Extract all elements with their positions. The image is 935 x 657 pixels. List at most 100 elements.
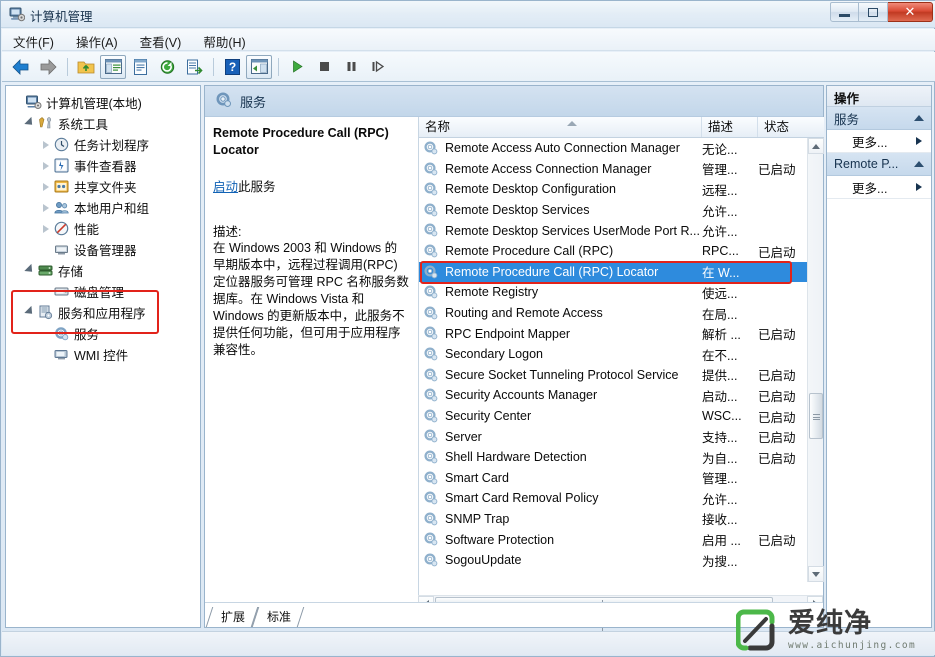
table-row[interactable]: Remote Access Connection Manager管理...已启动 <box>419 159 809 180</box>
cell-service-name: Remote Desktop Services UserMode Port R.… <box>445 224 700 238</box>
table-row[interactable]: Server支持...已启动 <box>419 426 809 447</box>
chevron-up-icon <box>812 144 820 149</box>
tree-item-local-users-groups[interactable]: 本地用户和组 <box>12 197 200 218</box>
tree-item-disk-management[interactable]: 磁盘管理 <box>12 281 200 302</box>
maximize-button[interactable] <box>859 2 888 22</box>
tree-item-shared-folders[interactable]: 共享文件夹 <box>12 176 200 197</box>
tree-item-task-scheduler[interactable]: 任务计划程序 <box>12 134 200 155</box>
menu-action[interactable]: 操作(A) <box>65 29 129 54</box>
service-gear-icon <box>423 367 440 383</box>
disk-icon <box>53 284 70 300</box>
back-button[interactable] <box>8 55 34 79</box>
expander-open-icon[interactable] <box>24 265 35 276</box>
column-status[interactable]: 状态 <box>758 117 809 137</box>
start-service-icon <box>290 59 305 74</box>
pause-service-button[interactable] <box>338 55 364 79</box>
menu-help[interactable]: 帮助(H) <box>192 29 256 54</box>
table-row[interactable]: Secure Socket Tunneling Protocol Service… <box>419 365 809 386</box>
table-row[interactable]: Remote Desktop Configuration远程... <box>419 179 809 200</box>
start-service-link-suffix: 此服务 <box>238 180 276 194</box>
actions-more-remote-procedure-call[interactable]: 更多... <box>827 176 931 199</box>
forward-button[interactable] <box>35 55 61 79</box>
expander-closed-icon[interactable] <box>40 181 51 192</box>
table-row[interactable]: Software Protection启用 ...已启动 <box>419 529 809 550</box>
column-name[interactable]: 名称 <box>419 117 702 137</box>
table-row[interactable]: SNMP Trap接收... <box>419 509 809 530</box>
tree-item-computer-management[interactable]: 计算机管理(本地) <box>12 92 200 113</box>
chevron-up-icon[interactable] <box>914 161 924 167</box>
window-controls: ✕ <box>830 2 933 22</box>
cell-service-description: WSC... <box>702 409 742 423</box>
actions-group-remote-procedure-call[interactable]: Remote P... <box>827 153 931 176</box>
tree-item-storage[interactable]: 存储 <box>12 260 200 281</box>
close-button[interactable]: ✕ <box>888 2 933 22</box>
show-console-tree-button[interactable] <box>100 55 126 79</box>
expander-closed-icon[interactable] <box>40 160 51 171</box>
table-row[interactable]: Remote Procedure Call (RPC)RPC...已启动 <box>419 241 809 262</box>
table-row[interactable]: Remote Registry使远... <box>419 282 809 303</box>
cell-service-name: SogouUpdate <box>445 553 521 567</box>
up-one-level-button[interactable] <box>73 55 99 79</box>
expander-closed-icon[interactable] <box>40 223 51 234</box>
menu-view[interactable]: 查看(V) <box>129 29 193 54</box>
expander-open-icon[interactable] <box>24 307 35 318</box>
tree-item-services-and-applications[interactable]: 服务和应用程序 <box>12 302 200 323</box>
start-service-link[interactable]: 启动 <box>213 180 238 194</box>
scroll-up-button[interactable] <box>808 138 824 154</box>
table-row[interactable]: Secondary Logon在不... <box>419 344 809 365</box>
service-gear-icon <box>423 428 440 444</box>
list-vertical-scrollbar[interactable] <box>807 138 823 582</box>
table-row[interactable]: Smart Card管理... <box>419 468 809 489</box>
expander-closed-icon[interactable] <box>40 139 51 150</box>
column-description[interactable]: 描述 <box>702 117 758 137</box>
table-row[interactable]: Smart Card Removal Policy允许... <box>419 488 809 509</box>
table-row[interactable]: Security Accounts Manager启动...已启动 <box>419 385 809 406</box>
properties-button[interactable] <box>127 55 153 79</box>
title-bar: 计算机管理 ✕ <box>1 1 935 28</box>
tree-item-system-tools[interactable]: 系统工具 <box>12 113 200 134</box>
table-row[interactable]: RPC Endpoint Mapper解析 ...已启动 <box>419 323 809 344</box>
help-button[interactable]: ? <box>219 55 245 79</box>
cell-service-name: Shell Hardware Detection <box>445 450 587 464</box>
separator-1 <box>67 58 68 76</box>
console-tree[interactable]: 计算机管理(本地) 系统工具 <box>5 85 201 628</box>
tree-item-wmi-control[interactable]: WMI 控件 <box>12 344 200 365</box>
expander-closed-icon[interactable] <box>40 202 51 213</box>
refresh-button[interactable] <box>154 55 180 79</box>
menu-file[interactable]: 文件(F) <box>2 29 65 54</box>
table-row[interactable]: Remote Procedure Call (RPC) Locator在 W..… <box>419 262 809 283</box>
chevron-up-icon[interactable] <box>914 115 924 121</box>
stop-service-icon <box>317 59 332 74</box>
actions-more-services[interactable]: 更多... <box>827 130 931 153</box>
table-row[interactable]: Remote Desktop Services允许... <box>419 200 809 221</box>
export-list-button[interactable] <box>181 55 207 79</box>
table-row[interactable]: Shell Hardware Detection为自...已启动 <box>419 447 809 468</box>
tree-item-services[interactable]: 服务 <box>12 323 200 344</box>
table-row[interactable]: Remote Desktop Services UserMode Port R.… <box>419 220 809 241</box>
expander-none <box>40 244 51 255</box>
table-row[interactable]: SogouUpdate为搜... <box>419 550 809 571</box>
cell-service-name: Remote Access Auto Connection Manager <box>445 141 680 155</box>
tree-item-event-viewer[interactable]: 事件查看器 <box>12 155 200 176</box>
minimize-button[interactable] <box>830 2 859 22</box>
table-row[interactable]: Routing and Remote Access在局... <box>419 303 809 324</box>
tab-extended[interactable]: 扩展 <box>209 607 255 627</box>
expander-none <box>12 97 23 108</box>
start-service-button[interactable] <box>284 55 310 79</box>
actions-group-services[interactable]: 服务 <box>827 107 931 130</box>
restart-service-button[interactable] <box>365 55 391 79</box>
show-action-pane-button[interactable] <box>246 55 272 79</box>
table-row[interactable]: Security CenterWSC...已启动 <box>419 406 809 427</box>
tree-item-performance[interactable]: 性能 <box>12 218 200 239</box>
stop-service-button[interactable] <box>311 55 337 79</box>
tree-item-label: 设备管理器 <box>74 240 137 259</box>
tab-standard[interactable]: 标准 <box>255 607 301 627</box>
scroll-down-button[interactable] <box>808 566 824 582</box>
scrollbar-thumb[interactable] <box>809 393 823 439</box>
expander-open-icon[interactable] <box>24 118 35 129</box>
services-list-rows[interactable]: Remote Access Auto Connection Manager无论.… <box>419 138 809 582</box>
watermark: 爱纯净 www.aichunjing.com <box>736 605 932 655</box>
actions-item-label: 更多... <box>852 178 887 197</box>
table-row[interactable]: Remote Access Auto Connection Manager无论.… <box>419 138 809 159</box>
tree-item-device-manager[interactable]: 设备管理器 <box>12 239 200 260</box>
